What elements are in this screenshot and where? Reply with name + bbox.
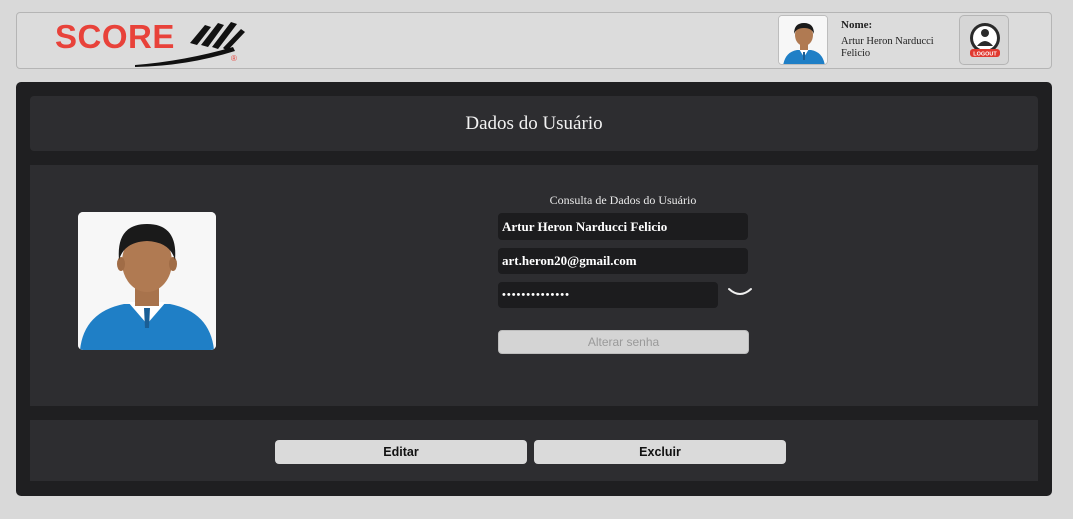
alter-password-button[interactable]: Alterar senha — [498, 330, 749, 354]
score-logo[interactable]: SCORE ® — [55, 17, 255, 67]
logout-text: LOGOUT — [973, 52, 997, 58]
user-data-panel: Dados do Usuário Consulta de Dados do Us… — [16, 82, 1052, 496]
registered-mark: ® — [231, 54, 237, 63]
section-title: Consulta de Dados do Usuário — [549, 193, 697, 207]
page-title: Dados do Usuário — [465, 112, 603, 134]
user-avatar-icon — [779, 16, 827, 64]
email-field[interactable]: art.heron20@gmail.com — [498, 248, 748, 274]
header-avatar[interactable] — [778, 15, 828, 65]
profile-avatar — [78, 212, 216, 350]
show-password-icon[interactable] — [727, 285, 753, 301]
logo-hands-icon: ® — [135, 22, 245, 67]
header-user-name: Artur Heron Narducci Felicio — [841, 36, 934, 59]
logout-button[interactable]: LOGOUT — [959, 15, 1009, 65]
password-field[interactable]: •••••••••••••• — [498, 282, 718, 308]
delete-button[interactable]: Excluir — [534, 440, 786, 464]
user-info-section: Consulta de Dados do Usuário Artur Heron… — [30, 165, 1038, 406]
name-label: Nome: — [841, 19, 873, 31]
edit-button[interactable]: Editar — [275, 440, 527, 464]
logout-icon: LOGOUT — [970, 23, 1000, 58]
name-field[interactable]: Artur Heron Narducci Felicio — [498, 213, 748, 240]
top-header: SCORE ® Nome: Artur Heron Narducci Felic… — [16, 12, 1052, 69]
user-avatar-icon — [78, 212, 216, 350]
panel-title-bar: Dados do Usuário — [30, 96, 1038, 151]
actions-bar: Editar Excluir — [30, 420, 1038, 481]
